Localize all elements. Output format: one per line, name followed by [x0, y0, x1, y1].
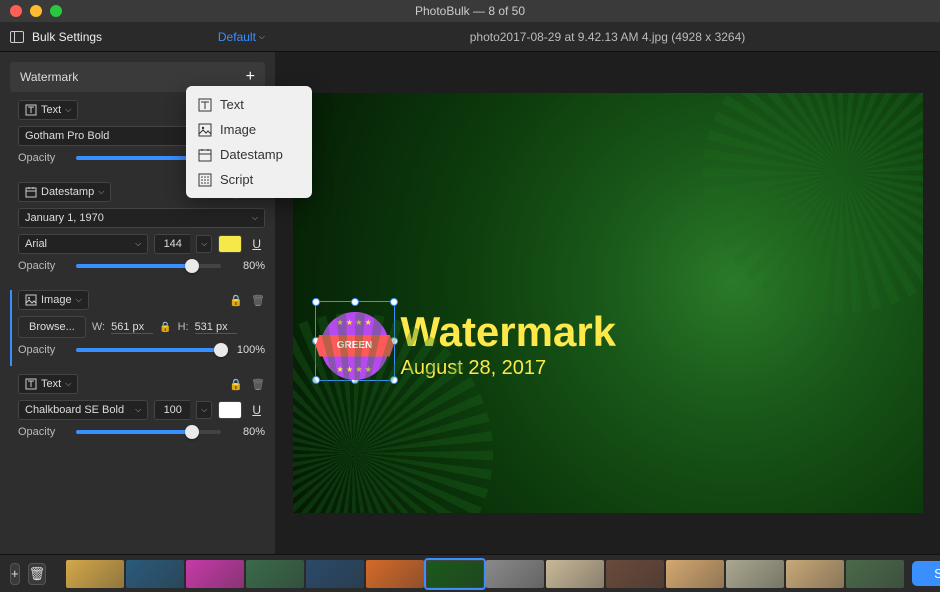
- delete-button[interactable]: 🗑: [28, 563, 47, 585]
- stepper-icon[interactable]: ⌵: [196, 235, 212, 253]
- image-icon: [198, 123, 212, 137]
- close-icon[interactable]: [10, 5, 22, 17]
- watermark-overlay[interactable]: ★ ★ ★ ★ GREEN ★ ★ ★ ★ Watermark August 2…: [321, 311, 617, 380]
- opacity-value: 80%: [231, 426, 265, 438]
- text-icon: [198, 98, 212, 112]
- sidebar-toggle-icon[interactable]: [10, 31, 24, 43]
- toolbar: Bulk Settings Default⌵ photo2017-08-29 a…: [0, 22, 940, 52]
- add-button[interactable]: +: [10, 563, 20, 585]
- bottom-bar: + 🗑 Start: [0, 554, 940, 592]
- thumbnail-strip: [66, 560, 904, 588]
- watermark-badge: ★ ★ ★ ★ GREEN ★ ★ ★ ★: [321, 312, 389, 380]
- current-filename: photo2017-08-29 at 9.42.13 AM 4.jpg (492…: [275, 30, 940, 44]
- thumbnail[interactable]: [486, 560, 544, 588]
- popup-item-script[interactable]: Script: [186, 167, 312, 192]
- bulk-settings-title: Bulk Settings: [32, 30, 102, 44]
- zoom-icon[interactable]: [50, 5, 62, 17]
- image-icon: [25, 294, 37, 306]
- width-label: W:: [92, 321, 105, 333]
- preview-canvas[interactable]: ★ ★ ★ ★ GREEN ★ ★ ★ ★ Watermark August 2…: [275, 52, 940, 554]
- resize-handle[interactable]: [390, 376, 398, 384]
- font-select[interactable]: Chalkboard SE Bold⌵: [18, 400, 148, 420]
- text-icon: [25, 104, 37, 116]
- opacity-value: 80%: [231, 260, 265, 272]
- underline-button[interactable]: U: [248, 237, 265, 251]
- resize-handle[interactable]: [312, 298, 320, 306]
- thumbnail[interactable]: [366, 560, 424, 588]
- start-button[interactable]: Start: [912, 561, 940, 586]
- trash-icon[interactable]: 🗑: [251, 294, 265, 307]
- font-select[interactable]: Gotham Pro Bold⌵: [18, 126, 201, 146]
- resize-handle[interactable]: [312, 337, 320, 345]
- stepper-icon[interactable]: ⌵: [196, 401, 212, 419]
- opacity-slider[interactable]: [76, 430, 221, 434]
- text-icon: [25, 378, 37, 390]
- lock-aspect-icon[interactable]: 🔒: [159, 322, 171, 333]
- watermark-panel-image: Image⌵ 🔒 🗑 Browse... W: 561 px 🔒 H: 531 p…: [10, 290, 265, 366]
- opacity-label: Opacity: [18, 426, 66, 438]
- color-swatch[interactable]: [218, 401, 242, 419]
- chevron-down-icon: ⌵: [259, 32, 265, 42]
- resize-handle[interactable]: [390, 298, 398, 306]
- thumbnail[interactable]: [726, 560, 784, 588]
- trash-icon[interactable]: 🗑: [251, 378, 265, 391]
- datestamp-icon: [198, 148, 212, 162]
- resize-handle[interactable]: [351, 298, 359, 306]
- width-input[interactable]: 561 px: [111, 321, 153, 334]
- opacity-label: Opacity: [18, 260, 66, 272]
- thumbnail[interactable]: [426, 560, 484, 588]
- watermark-panel-text: Text⌵ 🔒 🗑 Chalkboard SE Bold⌵ 100 ⌵ U Opac…: [10, 374, 265, 448]
- thumbnail[interactable]: [846, 560, 904, 588]
- thumbnail[interactable]: [606, 560, 664, 588]
- font-size-input[interactable]: 144: [154, 234, 190, 254]
- panel-type-chip[interactable]: Image⌵: [18, 290, 89, 310]
- script-icon: [198, 173, 212, 187]
- thumbnail[interactable]: [126, 560, 184, 588]
- height-label: H:: [178, 321, 189, 333]
- window-title: PhotoBulk — 8 of 50: [415, 4, 525, 18]
- resize-handle[interactable]: [312, 376, 320, 384]
- popup-item-image[interactable]: Image: [186, 117, 312, 142]
- opacity-label: Opacity: [18, 152, 66, 164]
- preview-image: ★ ★ ★ ★ GREEN ★ ★ ★ ★ Watermark August 2…: [293, 93, 923, 513]
- thumbnail[interactable]: [66, 560, 124, 588]
- popup-item-datestamp[interactable]: Datestamp: [186, 142, 312, 167]
- panel-type-chip[interactable]: Text⌵: [18, 100, 78, 120]
- date-select[interactable]: January 1, 1970⌵: [18, 208, 265, 228]
- badge-ribbon: GREEN: [316, 335, 394, 357]
- font-size-input[interactable]: 100: [154, 400, 190, 420]
- height-input[interactable]: 531 px: [195, 321, 237, 334]
- add-watermark-popup: Text Image Datestamp Script: [186, 86, 312, 198]
- font-select[interactable]: Arial⌵: [18, 234, 148, 254]
- title-bar: PhotoBulk — 8 of 50: [0, 0, 940, 22]
- resize-handle[interactable]: [351, 376, 359, 384]
- panel-type-chip[interactable]: Text⌵: [18, 374, 78, 394]
- resize-handle[interactable]: [390, 337, 398, 345]
- lock-icon[interactable]: 🔒: [229, 294, 243, 307]
- browse-button[interactable]: Browse...: [18, 316, 86, 338]
- opacity-label: Opacity: [18, 344, 66, 356]
- opacity-slider[interactable]: [76, 264, 221, 268]
- preset-dropdown[interactable]: Default⌵: [218, 30, 265, 44]
- color-swatch[interactable]: [218, 235, 242, 253]
- popup-item-text[interactable]: Text: [186, 92, 312, 117]
- panel-type-chip[interactable]: Datestamp⌵: [18, 182, 111, 202]
- opacity-slider[interactable]: [76, 348, 221, 352]
- thumbnail[interactable]: [246, 560, 304, 588]
- thumbnail[interactable]: [306, 560, 364, 588]
- datestamp-icon: [25, 186, 37, 198]
- add-watermark-button[interactable]: +: [246, 68, 255, 86]
- watermark-date: August 28, 2017: [401, 357, 617, 380]
- underline-button[interactable]: U: [248, 403, 265, 417]
- thumbnail[interactable]: [546, 560, 604, 588]
- thumbnail[interactable]: [786, 560, 844, 588]
- lock-icon[interactable]: 🔒: [229, 378, 243, 391]
- thumbnail[interactable]: [186, 560, 244, 588]
- watermark-text: Watermark: [401, 311, 617, 353]
- thumbnail[interactable]: [666, 560, 724, 588]
- minimize-icon[interactable]: [30, 5, 42, 17]
- opacity-value: 100%: [231, 344, 265, 356]
